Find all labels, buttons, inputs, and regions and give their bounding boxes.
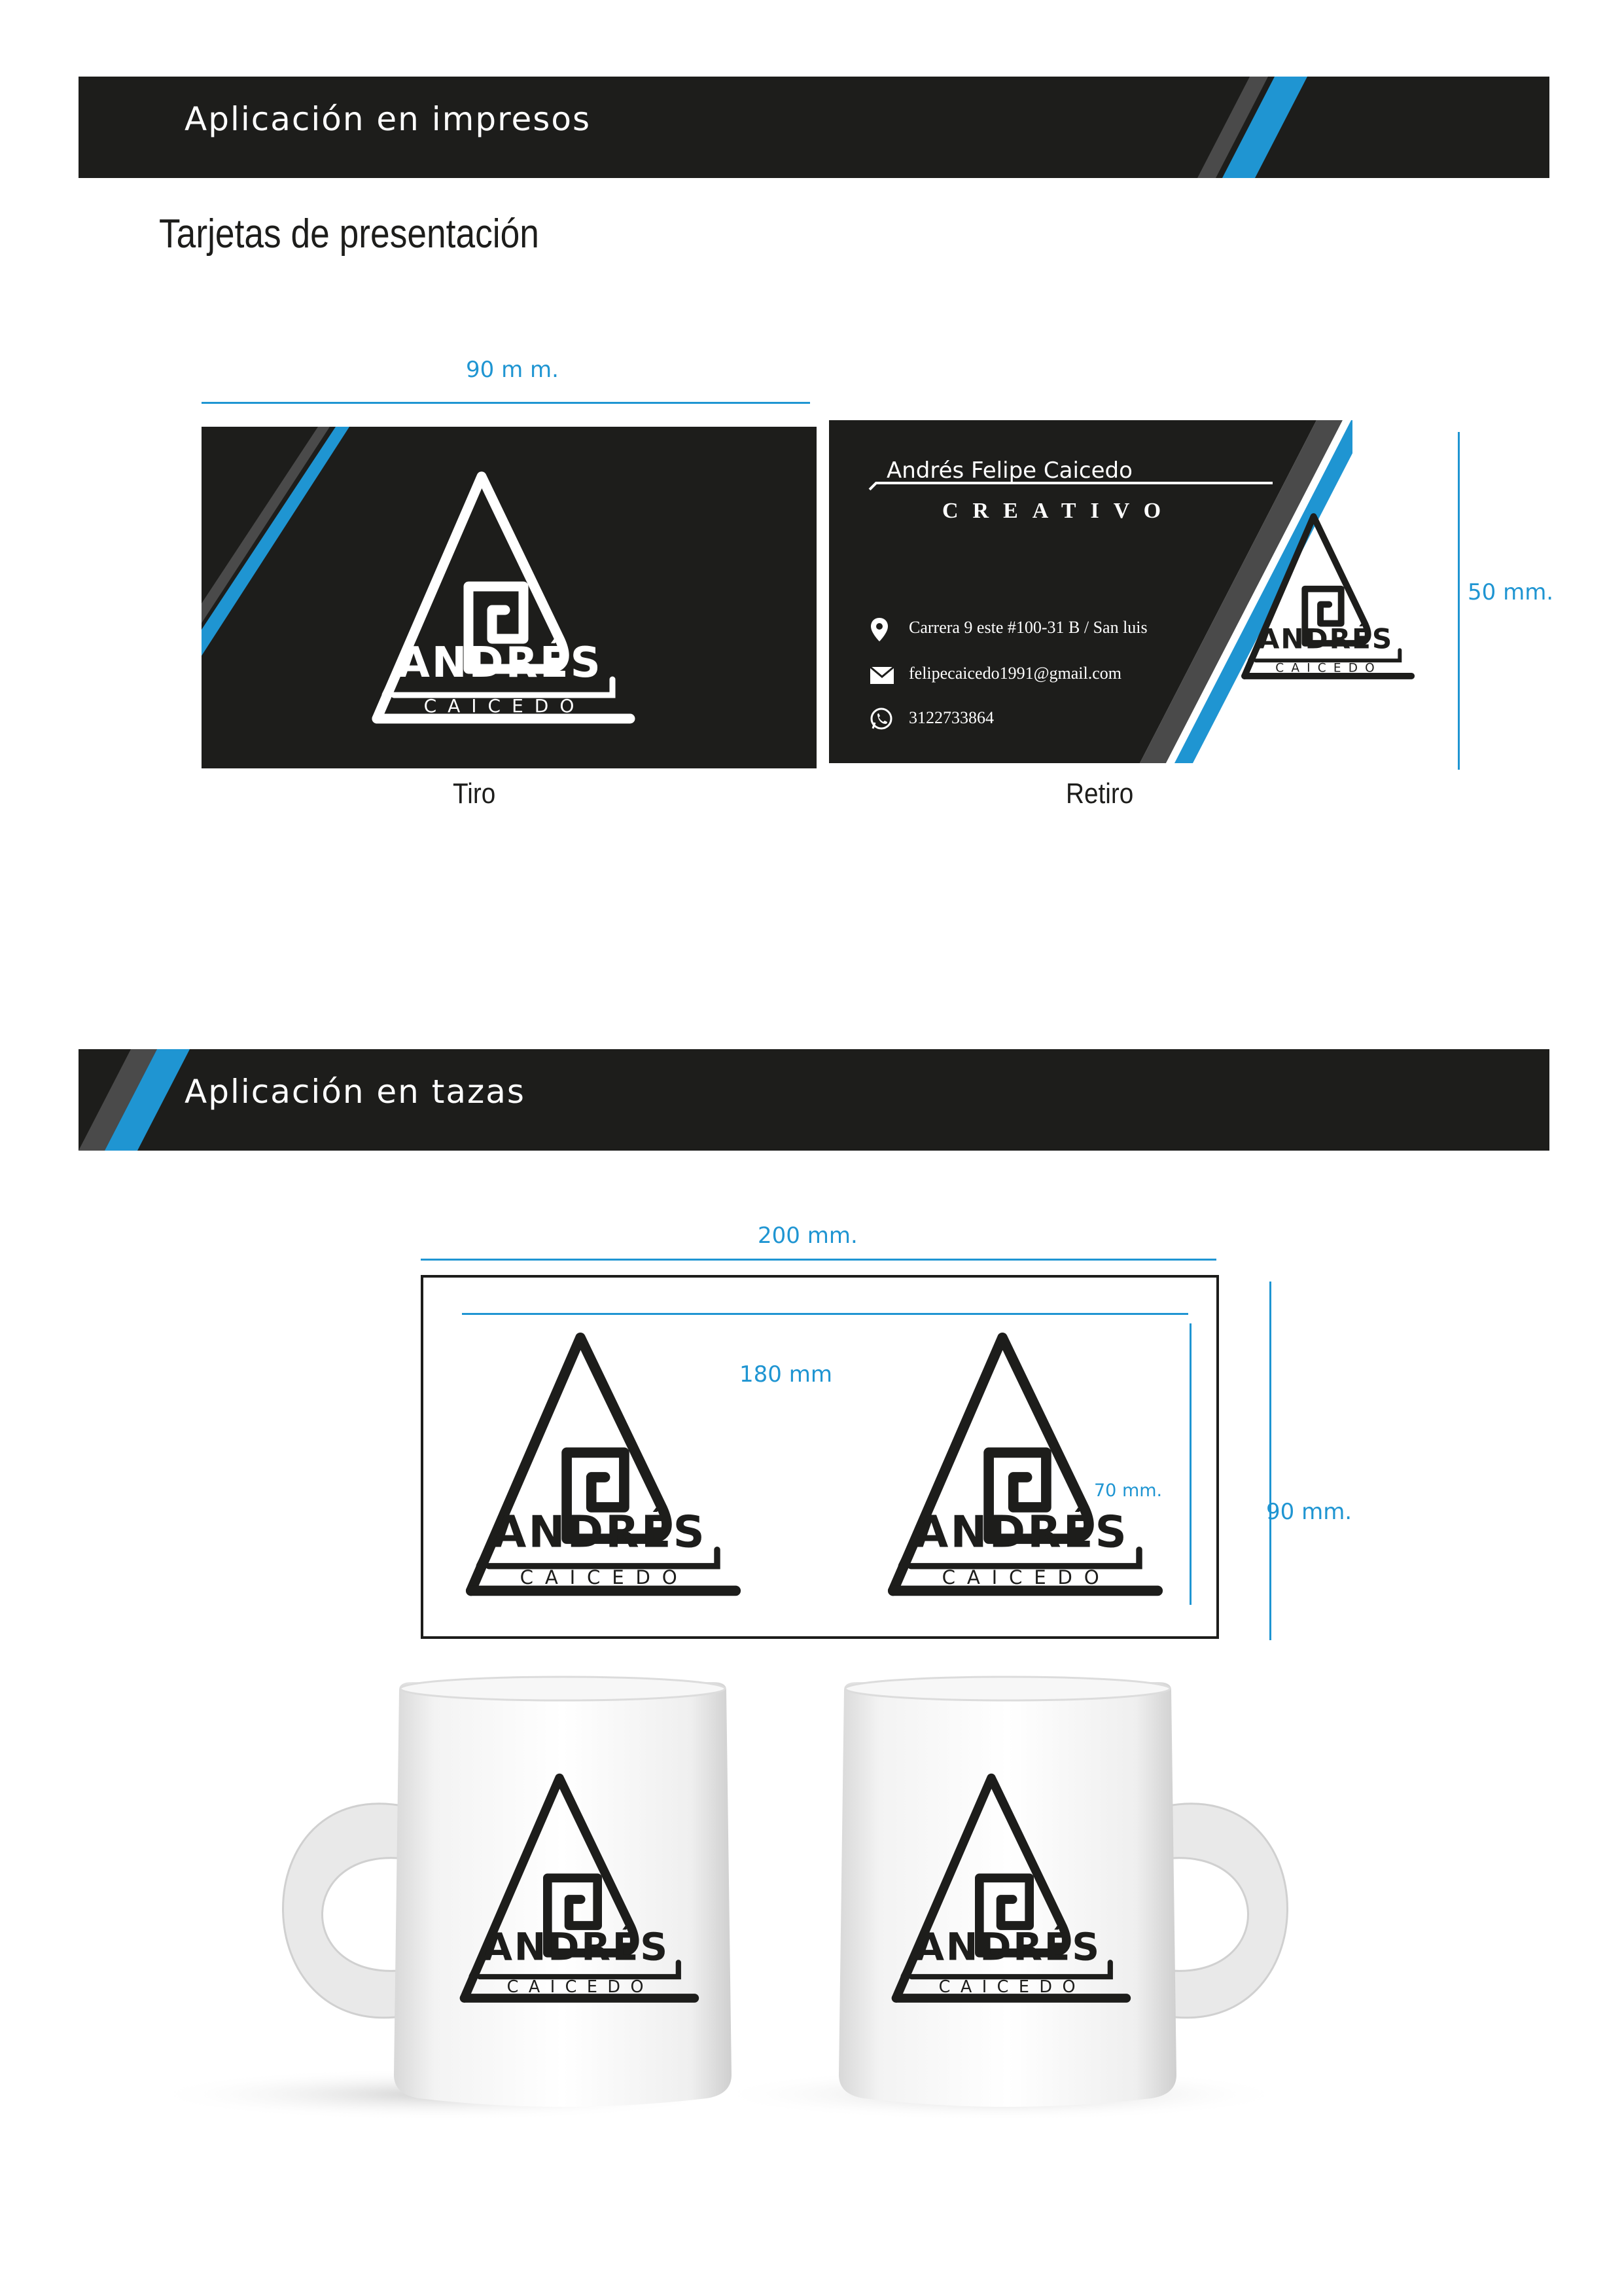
card-name-underline	[868, 482, 1273, 491]
mug-inner-height-label: 70 mm.	[1094, 1480, 1163, 1501]
card-email-row: felipecaicedo1991@gmail.com	[870, 662, 1262, 689]
whatsapp-icon	[870, 708, 892, 730]
mug-inner-width-line	[462, 1313, 1188, 1315]
envelope-icon	[870, 666, 894, 684]
card-person-name: Andrés Felipe Caicedo	[887, 457, 1133, 484]
mug-height-label: 90 mm.	[1266, 1499, 1352, 1525]
business-card-back: Andrés Felipe Caicedo CREATIVO Carrera 9…	[829, 420, 1352, 763]
mug-height-line	[1269, 1282, 1271, 1640]
card-address-row: Carrera 9 este #100-31 B / San luis	[870, 617, 1262, 643]
mug-width-label: 200 mm.	[758, 1223, 858, 1249]
logo-front	[352, 465, 640, 726]
card-height-label: 50 mm.	[1468, 579, 1554, 605]
card-width-line	[202, 402, 810, 404]
card-phone-row: 3122733864	[870, 707, 1262, 733]
card-address: Carrera 9 este #100-31 B / San luis	[909, 618, 1148, 637]
logo-mug-template-left	[445, 1325, 746, 1599]
logo-back	[1228, 509, 1418, 681]
business-card-front	[202, 427, 817, 768]
card-role: CREATIVO	[942, 499, 1176, 523]
logo-mug-template-right	[867, 1325, 1168, 1599]
mug-inner-width-label: 180 mm	[739, 1361, 832, 1388]
card-front-label: Tiro	[453, 778, 496, 810]
logo-mug-right	[874, 1767, 1135, 2005]
section-title-prints: Aplicación en impresos	[185, 100, 591, 138]
card-email: felipecaicedo1991@gmail.com	[909, 664, 1121, 683]
logo-mug-left	[442, 1767, 703, 2005]
card-phone: 3122733864	[909, 708, 994, 727]
section-band-mugs: Aplicación en tazas	[79, 1049, 1549, 1151]
card-back-label: Retiro	[1066, 778, 1134, 810]
mug-width-line	[421, 1259, 1216, 1261]
mug-inner-height-line	[1190, 1323, 1192, 1605]
mug-mockups	[164, 1676, 1289, 2121]
section-title-mugs: Aplicación en tazas	[185, 1073, 525, 1111]
section-band-prints: Aplicación en impresos	[79, 77, 1549, 178]
card-width-label: 90 m m.	[466, 357, 559, 383]
card-height-line	[1458, 432, 1460, 770]
location-pin-icon	[871, 618, 888, 641]
cards-subtitle: Tarjetas de presentación	[159, 211, 539, 257]
